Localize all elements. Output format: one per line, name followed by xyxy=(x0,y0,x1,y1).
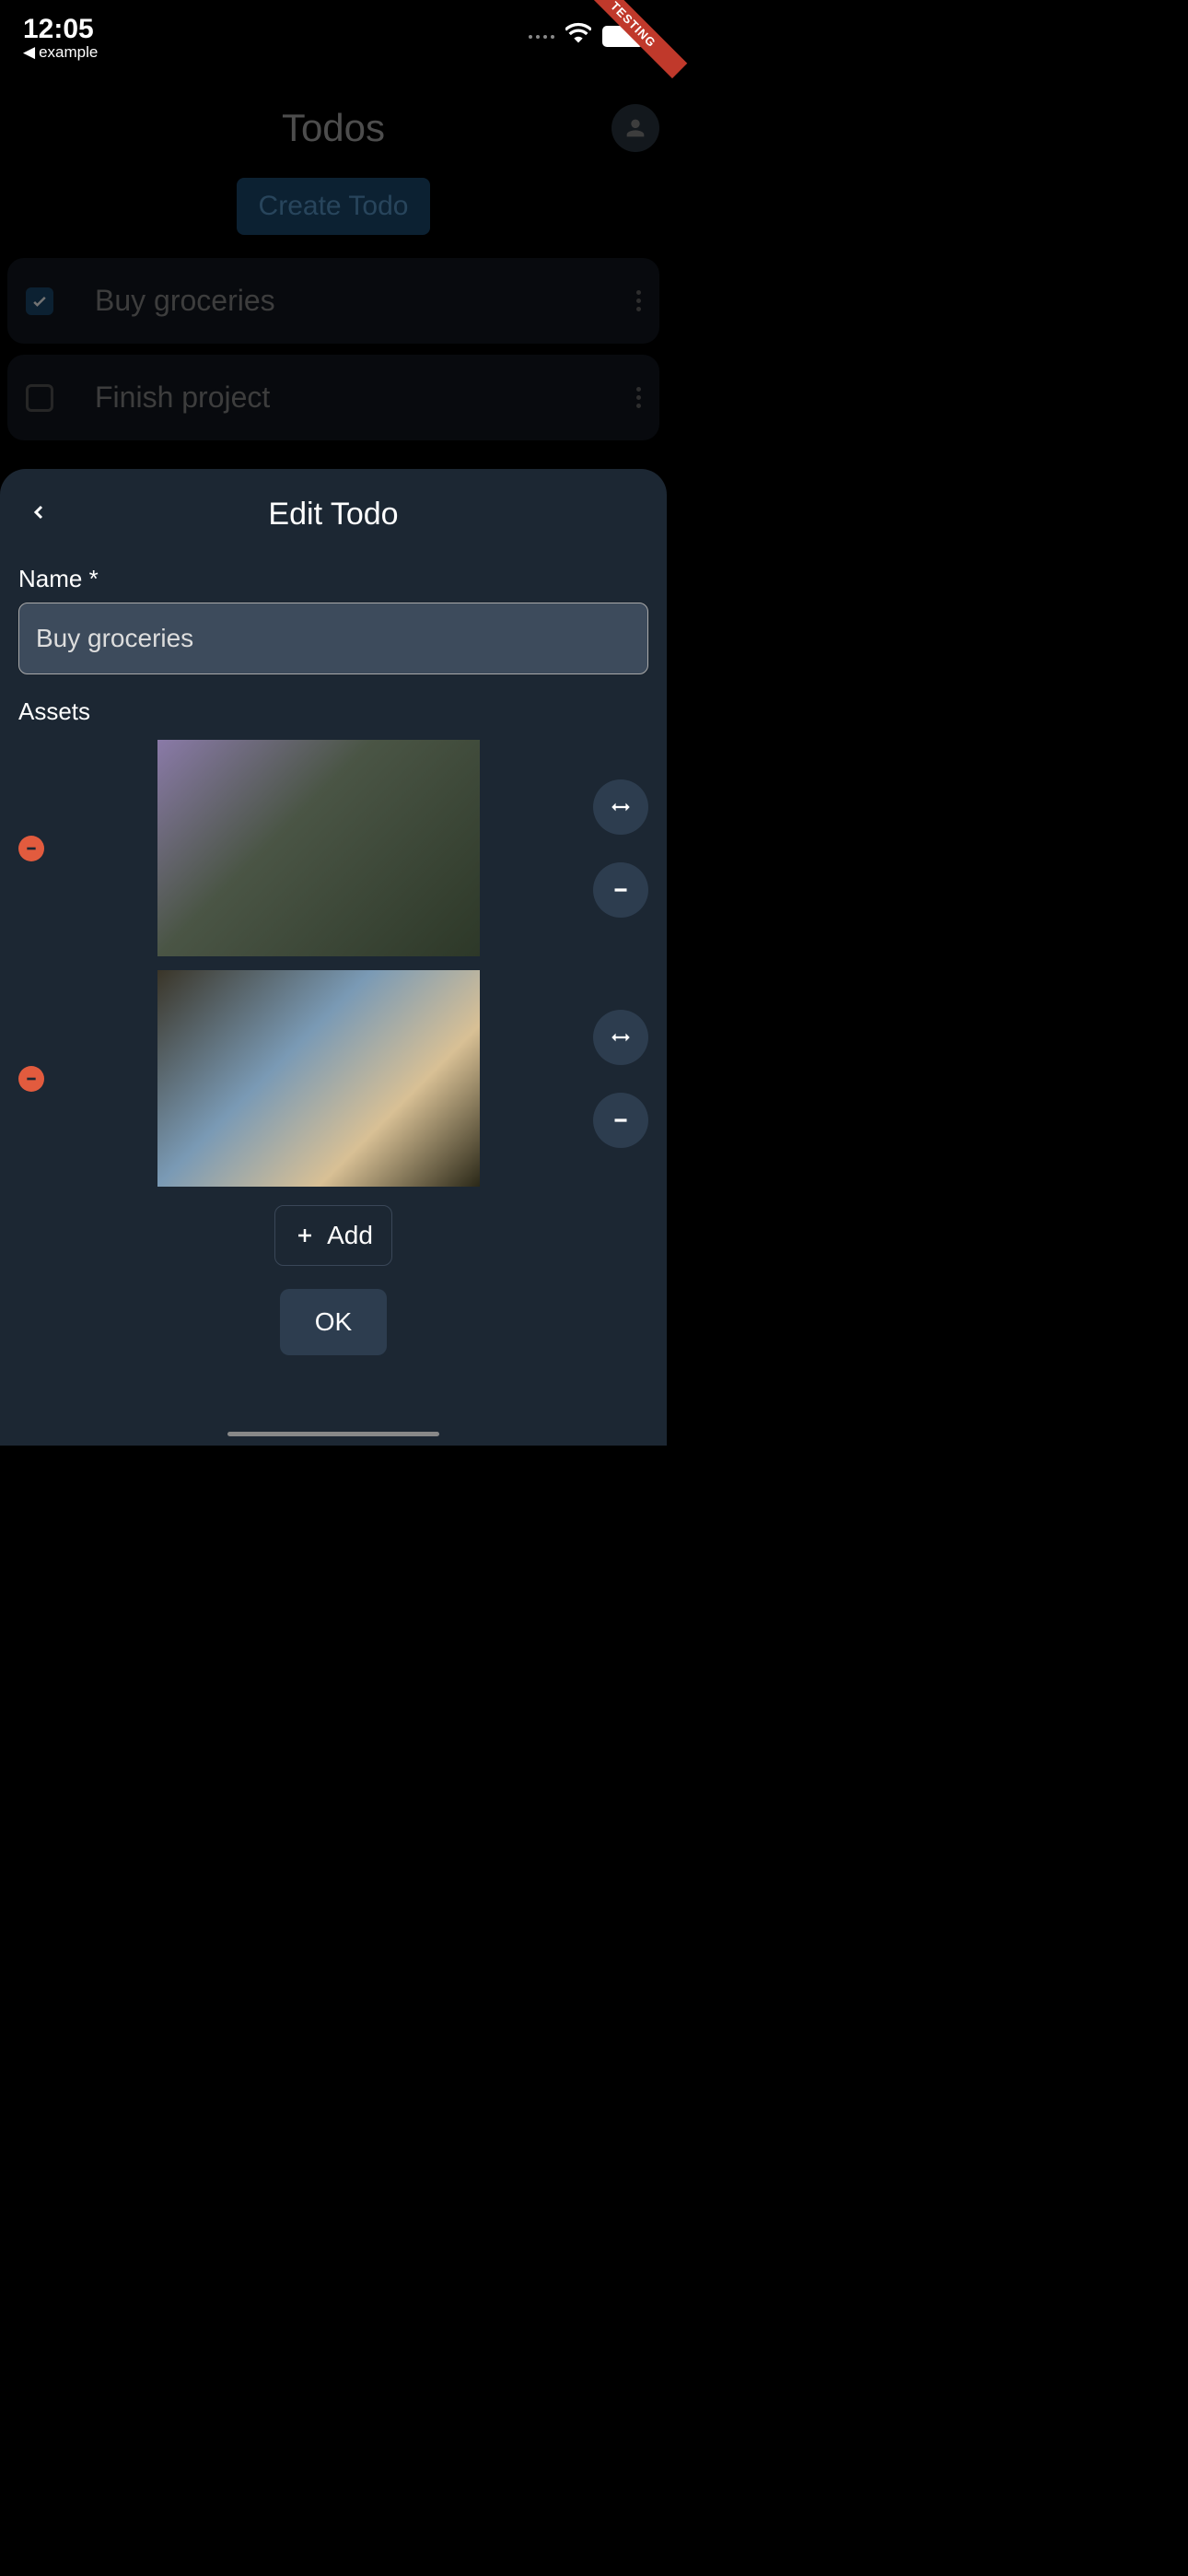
swap-asset-button[interactable] xyxy=(593,779,648,835)
chevron-left-icon xyxy=(28,501,50,523)
edit-modal: Edit Todo Name * Assets xyxy=(0,469,667,1446)
asset-row xyxy=(18,970,648,1187)
back-triangle-icon: ◀ xyxy=(23,43,35,62)
delete-asset-button[interactable] xyxy=(593,1093,648,1148)
asset-image[interactable] xyxy=(157,740,480,956)
assets-label: Assets xyxy=(18,697,648,726)
remove-asset-button[interactable] xyxy=(18,1066,44,1092)
back-button[interactable] xyxy=(28,501,50,528)
signal-dots-icon xyxy=(529,35,554,39)
status-back-app[interactable]: ◀ example xyxy=(23,43,98,62)
dynamic-island xyxy=(237,14,430,74)
remove-asset-button[interactable] xyxy=(18,836,44,861)
minus-icon xyxy=(24,841,39,856)
delete-asset-button[interactable] xyxy=(593,862,648,918)
add-asset-button[interactable]: Add xyxy=(274,1205,392,1266)
swap-icon xyxy=(609,1025,633,1049)
asset-row xyxy=(18,740,648,956)
minus-circle-icon xyxy=(609,878,633,902)
minus-circle-icon xyxy=(609,1108,633,1132)
wifi-icon xyxy=(565,21,591,52)
name-input[interactable] xyxy=(18,603,648,674)
swap-icon xyxy=(609,795,633,819)
name-label: Name * xyxy=(18,565,648,593)
swap-asset-button[interactable] xyxy=(593,1010,648,1065)
minus-icon xyxy=(24,1071,39,1086)
status-time: 12:05 xyxy=(23,14,98,45)
home-indicator[interactable] xyxy=(227,1432,439,1436)
ok-button[interactable]: OK xyxy=(280,1289,387,1355)
modal-title: Edit Todo xyxy=(268,497,398,533)
asset-image[interactable] xyxy=(157,970,480,1187)
plus-icon xyxy=(294,1224,316,1247)
